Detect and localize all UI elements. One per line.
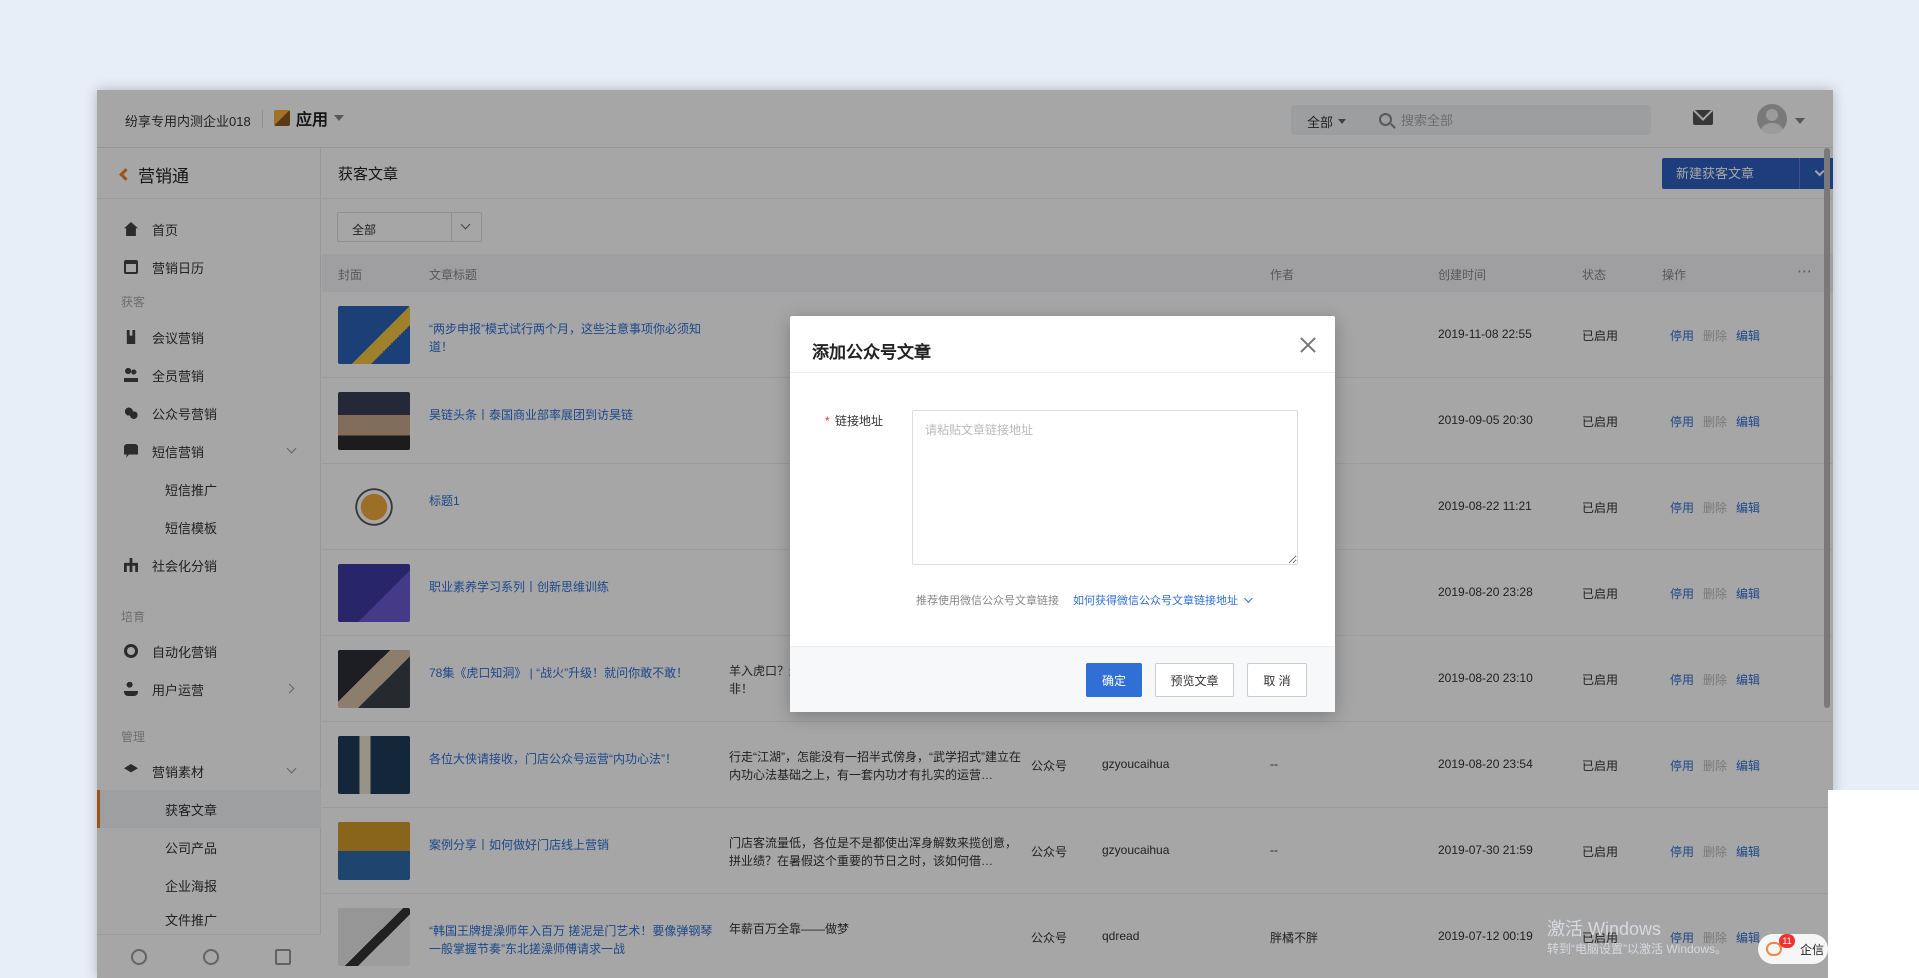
url-hint: 推荐使用微信公众号文章链接 (916, 595, 1059, 607)
app-window: 纷享专用内测企业018 应用 全部 营销通 首页 (97, 90, 1833, 978)
preview-button[interactable]: 预览文章 (1155, 663, 1234, 697)
cancel-button[interactable]: 取 消 (1247, 663, 1307, 697)
modal-divider (790, 372, 1335, 373)
right-panel (1828, 790, 1919, 978)
windows-watermark-subtitle: 转到“电脑设置”以激活 Windows。 (1547, 942, 1728, 956)
required-mark: * (825, 414, 830, 428)
close-icon[interactable] (1299, 336, 1317, 354)
chat-label: 企信 (1800, 942, 1825, 957)
howto-link[interactable]: 如何获得微信公众号文章链接地址 (1073, 592, 1253, 608)
confirm-button[interactable]: 确定 (1086, 663, 1142, 697)
article-url-input[interactable] (912, 410, 1298, 565)
url-label: 链接地址 (835, 414, 884, 428)
chevron-down-icon (1244, 594, 1253, 603)
chat-unread-badge: 11 (1779, 934, 1795, 948)
modal-footer: 确定 预览文章 取 消 (790, 646, 1335, 712)
modal-title: 添加公众号文章 (812, 343, 931, 362)
windows-watermark-title: 激活 Windows (1547, 919, 1662, 939)
howto-link-label: 如何获得微信公众号文章链接地址 (1073, 595, 1238, 607)
add-article-modal: 添加公众号文章 * 链接地址 推荐使用微信公众号文章链接 如何获得微信公众号文章… (790, 316, 1335, 712)
